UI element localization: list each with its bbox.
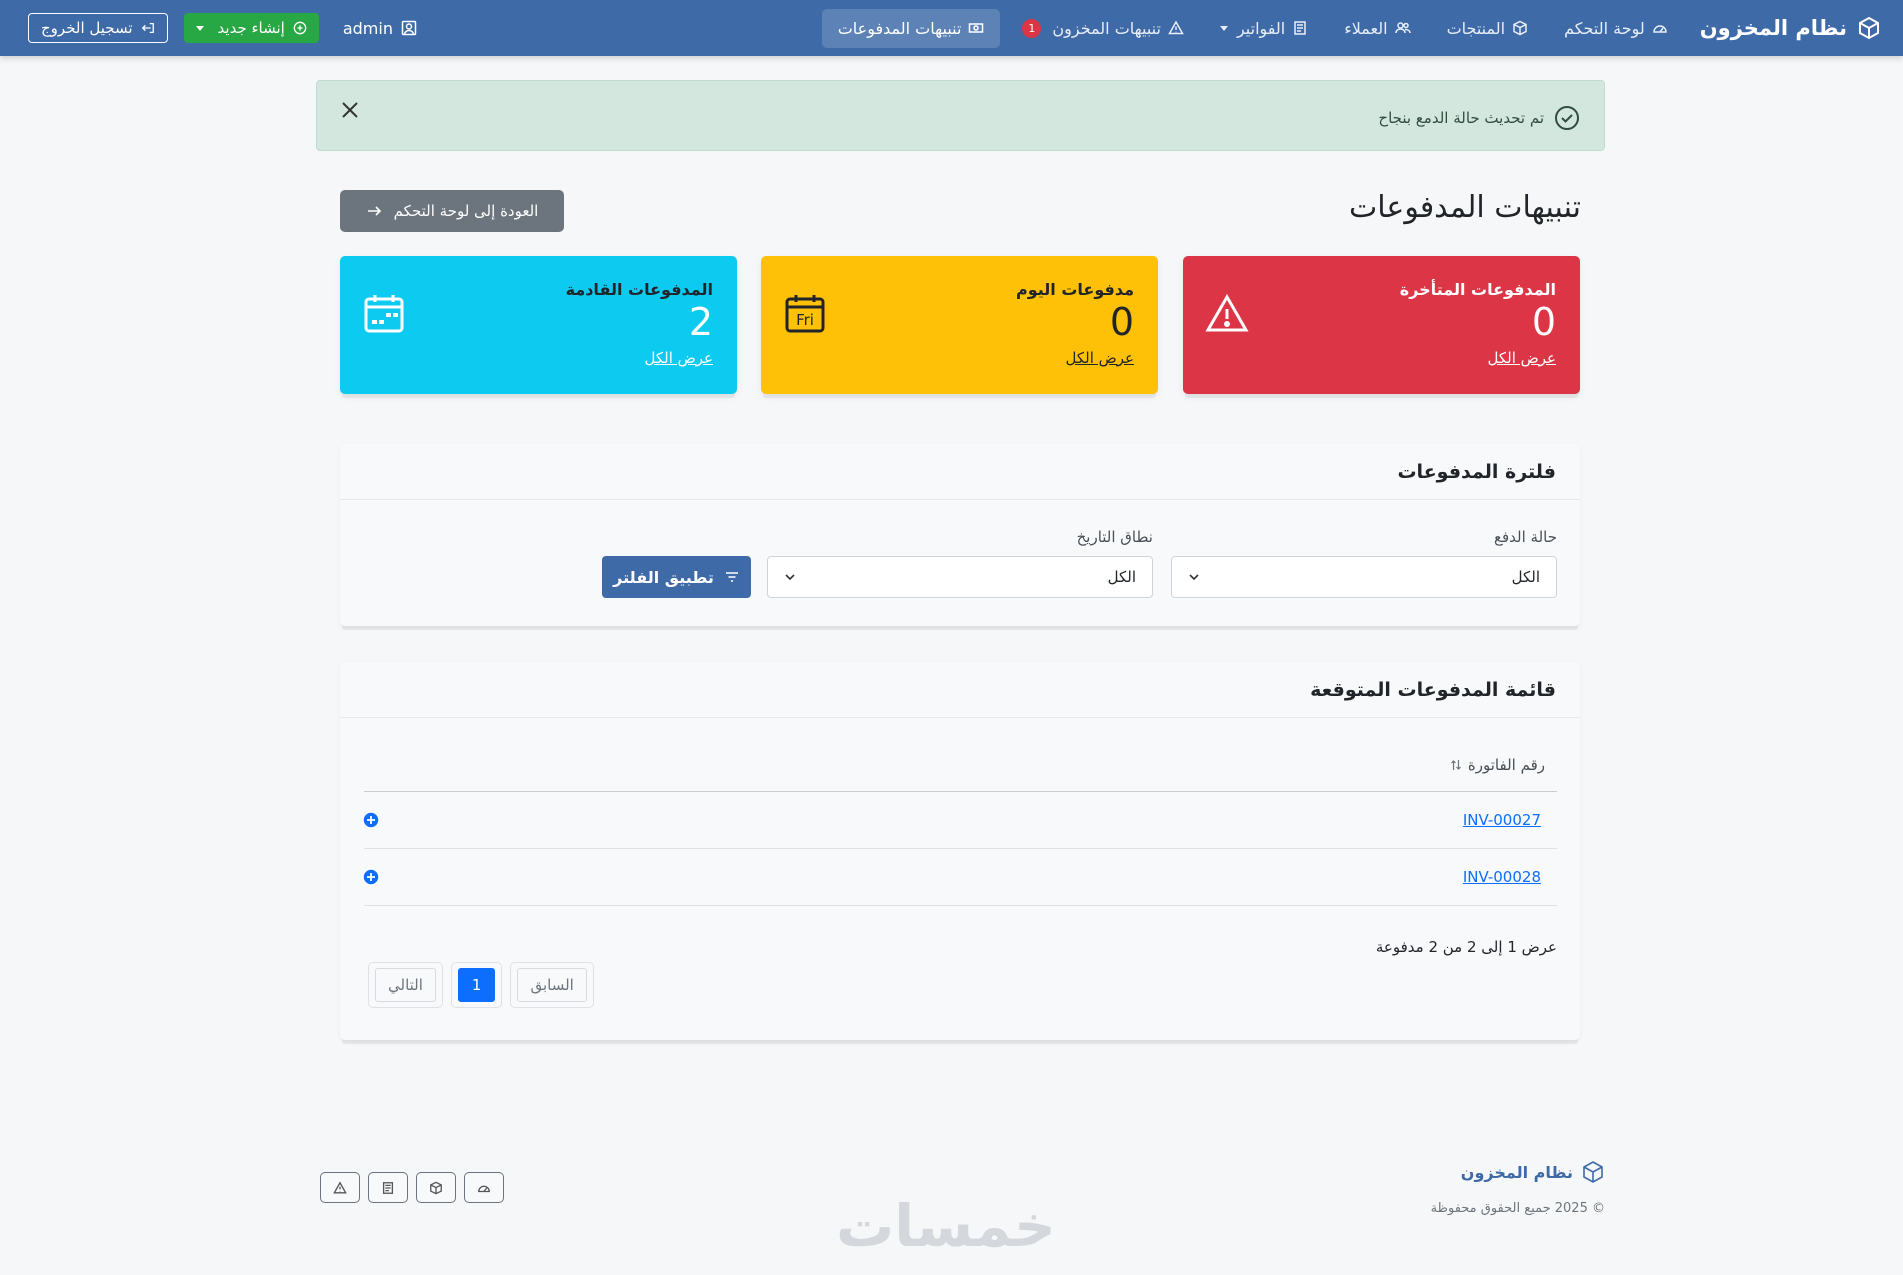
date-range-select[interactable]: الكل <box>767 556 1153 598</box>
chevron-down-icon <box>1219 25 1228 31</box>
back-to-dashboard-button[interactable]: العودة إلى لوحة التحكم <box>340 190 564 232</box>
nav-user-actions: admin إنشاء جديد تسجيل الخروج <box>28 13 417 43</box>
calendar-week-icon <box>364 295 404 333</box>
receipt-icon <box>382 1181 394 1194</box>
card-title: المدفوعات المتأخرة <box>1399 280 1556 299</box>
copyright: © 2025 جميع الحقوق محفوظة <box>1430 1201 1605 1216</box>
footer-dashboard-button[interactable] <box>464 1172 504 1203</box>
success-alert: تم تحديث حالة الدمع بنجاح <box>316 80 1605 151</box>
create-new-button[interactable]: إنشاء جديد <box>183 13 319 43</box>
pagination: التالي 1 السابق <box>368 962 594 1008</box>
people-icon <box>1394 22 1411 34</box>
card-title: المدفوعات القادمة <box>565 280 713 299</box>
nav-item-products[interactable]: المنتجات <box>1433 9 1543 48</box>
box-icon <box>1513 20 1527 36</box>
user-icon <box>401 20 417 36</box>
card-title: مدفوعات اليوم <box>1015 280 1134 299</box>
logout-icon <box>141 22 154 34</box>
status-select[interactable]: الكل <box>1171 556 1557 598</box>
column-header-invoice[interactable]: رقم الفاتورة <box>364 738 1557 792</box>
today-payments-card: مدفوعات اليوم 0 عرض الكل Fri <box>761 256 1158 394</box>
table-row: INV-00028 <box>362 849 1557 906</box>
view-all-link[interactable]: عرض الكل <box>1487 349 1556 367</box>
sort-icon <box>1450 759 1461 770</box>
warning-icon <box>1205 293 1249 332</box>
brand[interactable]: نظام المخزون <box>1700 16 1881 40</box>
logout-button[interactable]: تسجيل الخروج <box>28 13 168 43</box>
invoice-link[interactable]: INV-00028 <box>1463 868 1541 886</box>
nav-main: نظام المخزون لوحة التحكم المنتجات العملا… <box>821 8 1881 48</box>
nav-item-stock-alerts[interactable]: تنبيهات المخزون 1 <box>1008 9 1198 48</box>
warning-icon <box>1168 20 1184 35</box>
nav-item-dashboard[interactable]: لوحة التحكم <box>1550 9 1682 48</box>
chevron-down-icon <box>785 574 795 581</box>
card-value: 0 <box>1109 300 1134 344</box>
check-circle-icon <box>1555 105 1579 130</box>
speedometer-icon <box>1652 25 1667 33</box>
invoice-link[interactable]: INV-00027 <box>1463 811 1541 829</box>
chevron-down-icon <box>195 25 204 31</box>
current-user[interactable]: admin <box>343 19 417 38</box>
footer-quick-links <box>320 1172 504 1203</box>
table-row: INV-00027 <box>362 792 1557 849</box>
previous-page-button[interactable]: السابق <box>510 962 594 1008</box>
receipt-icon <box>1294 21 1306 35</box>
top-navbar: نظام المخزون لوحة التحكم المنتجات العملا… <box>0 0 1903 56</box>
footer-stock-alerts-button[interactable] <box>320 1172 360 1203</box>
box-icon <box>430 1181 442 1194</box>
page-1-button[interactable]: 1 <box>450 962 503 1008</box>
plus-circle-icon <box>293 21 307 35</box>
close-icon[interactable] <box>339 99 361 121</box>
view-all-link[interactable]: عرض الكل <box>1065 349 1134 367</box>
page-title: تنبيهات المدفوعات <box>1349 190 1581 225</box>
speedometer-icon <box>478 1185 490 1192</box>
box-icon <box>1859 16 1879 40</box>
cash-icon <box>969 23 984 33</box>
next-page-button[interactable]: التالي <box>368 962 443 1008</box>
overdue-payments-card: المدفوعات المتأخرة 0 عرض الكل <box>1183 256 1580 394</box>
card-value: 2 <box>688 300 713 344</box>
nav-item-invoices[interactable]: الفواتير <box>1206 9 1322 48</box>
alert-message: تم تحديث حالة الدمع بنجاح <box>1378 105 1580 131</box>
panel-title: قائمة المدفوعات المتوقعة <box>340 662 1580 718</box>
panel-title: فلترة المدفوعات <box>340 444 1580 500</box>
calendar-day-label: Fri <box>796 311 814 329</box>
upcoming-payments-card: المدفوعات القادمة 2 عرض الكل <box>340 256 737 394</box>
plus-circle-icon[interactable] <box>362 811 380 829</box>
nav-item-customers[interactable]: العملاء <box>1330 9 1424 48</box>
card-value: 0 <box>1531 300 1556 344</box>
status-label: حالة الدفع <box>1494 528 1557 546</box>
footer-products-button[interactable] <box>416 1172 456 1203</box>
stock-alert-badge: 1 <box>1022 18 1042 38</box>
calendar-today-icon: Fri <box>785 295 825 333</box>
warning-icon <box>333 1180 347 1193</box>
footer-invoices-button[interactable] <box>368 1172 408 1203</box>
date-range-label: نطاق التاريخ <box>1076 528 1153 546</box>
apply-filter-button[interactable]: تطبيق الفلتر <box>602 556 751 598</box>
watermark-logo: خمسات <box>836 1192 1056 1260</box>
chevron-down-icon <box>1189 574 1199 581</box>
nav-item-payment-alerts[interactable]: تنبيهات المدفوعات <box>821 8 1001 48</box>
plus-circle-icon[interactable] <box>362 868 380 886</box>
arrow-right-icon <box>367 206 381 216</box>
filter-icon <box>725 572 738 582</box>
payments-filter-panel: فلترة المدفوعات <box>340 444 1580 626</box>
view-all-link[interactable]: عرض الكل <box>644 349 713 367</box>
box-icon <box>1583 1161 1603 1183</box>
footer-brand[interactable]: نظام المخزون <box>1461 1160 1605 1184</box>
pagination-summary: عرض 1 إلى 2 من 2 مدفوعة <box>1375 938 1557 956</box>
